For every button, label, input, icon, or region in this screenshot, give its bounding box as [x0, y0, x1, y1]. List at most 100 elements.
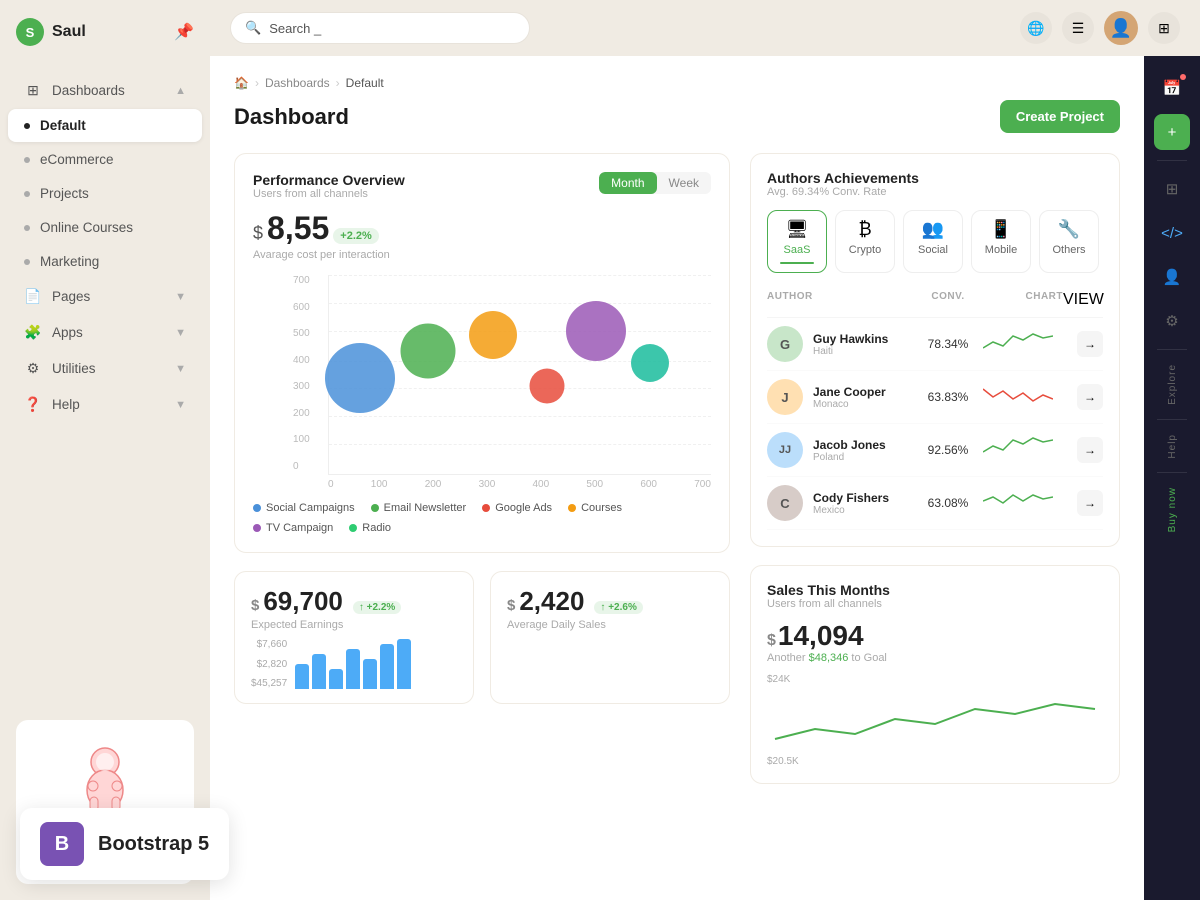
cat-crypto[interactable]: ₿ Crypto: [835, 210, 895, 273]
legend-radio: Radio: [349, 522, 391, 534]
view-btn-cody[interactable]: →: [1077, 490, 1103, 516]
authors-title: Authors Achievements: [767, 170, 1103, 186]
stats-row: $ 69,700 ↑ +2.2% Expected Earnings $7,66…: [234, 571, 730, 704]
sidebar-item-default[interactable]: Default: [8, 109, 202, 142]
content-area: 🏠 › Dashboards › Default Dashboard Creat…: [210, 56, 1200, 900]
view-btn-guy[interactable]: →: [1077, 331, 1103, 357]
social-icon: 👥: [922, 219, 944, 240]
help-label[interactable]: Help: [1167, 428, 1178, 465]
sidebar-item-pages[interactable]: 📄 Pages ▼: [8, 279, 202, 314]
crypto-label: Crypto: [849, 244, 881, 256]
view-btn-jane[interactable]: →: [1077, 384, 1103, 410]
bar-6: [380, 644, 394, 689]
breadcrumb-home: 🏠: [234, 76, 249, 90]
card-header: Performance Overview Users from all chan…: [253, 172, 711, 200]
breadcrumb-dashboards[interactable]: Dashboards: [265, 76, 330, 90]
x400: 400: [533, 479, 550, 490]
th-view: VIEW: [1063, 291, 1103, 309]
bootstrap-icon: B: [40, 822, 84, 866]
authors-card: Authors Achievements Avg. 69.34% Conv. R…: [750, 153, 1120, 547]
metric-value: $ 8,55 +2.2%: [253, 210, 711, 247]
breadcrumb-sep1: ›: [255, 76, 259, 90]
rs-gear-icon[interactable]: ⚙: [1154, 303, 1190, 339]
y700: 700: [293, 275, 328, 286]
y100: 100: [293, 434, 328, 445]
currency-symbol: $: [253, 223, 263, 244]
search-box[interactable]: 🔍: [230, 12, 530, 44]
page-title: Dashboard: [234, 104, 349, 130]
legend-label-social: Social Campaigns: [266, 502, 355, 514]
app-name: Saul: [52, 23, 86, 41]
author-conv-cody: 63.08%: [913, 496, 983, 510]
currency: $: [507, 597, 515, 614]
sidebar-item-marketing[interactable]: Marketing: [8, 245, 202, 278]
legend-courses: Courses: [568, 502, 622, 514]
sidebar-item-ecommerce[interactable]: eCommerce: [8, 143, 202, 176]
earnings-bar-chart: $7,660 $2,820 $45,257: [251, 639, 457, 689]
sales-subtitle: Users from all channels: [767, 598, 1103, 610]
dot: [24, 157, 30, 163]
author-info-jacob: Jacob Jones Poland: [813, 438, 913, 463]
author-chart-cody: [983, 487, 1063, 520]
week-toggle[interactable]: Week: [657, 172, 711, 194]
sidebar-item-dashboards[interactable]: ⊞ Dashboards ▲: [8, 73, 202, 108]
avatar[interactable]: 👤: [1104, 11, 1138, 45]
author-loc-cody: Mexico: [813, 505, 913, 516]
online-courses-label: Online Courses: [40, 220, 133, 235]
legend-dot-social: [253, 504, 261, 512]
daily-sales-value: $ 2,420 ↑ +2.6%: [507, 586, 713, 617]
user-icon[interactable]: 👤: [1154, 259, 1190, 295]
category-tabs: 🖥 SaaS ₿ Crypto 👥 Social: [767, 210, 1103, 273]
author-name-guy: Guy Hawkins: [813, 332, 913, 346]
mobile-label: Mobile: [985, 244, 1017, 256]
code-icon[interactable]: </>: [1154, 215, 1190, 251]
search-input[interactable]: [269, 21, 515, 36]
chevron-icon: ▼: [175, 291, 186, 303]
bar-labels: $7,660 $2,820 $45,257: [251, 639, 291, 689]
notification-icon[interactable]: 🌐: [1020, 12, 1052, 44]
sales-label: Average Daily Sales: [507, 619, 713, 631]
month-toggle[interactable]: Month: [599, 172, 656, 194]
add-icon[interactable]: +: [1154, 114, 1190, 150]
x600: 600: [640, 479, 657, 490]
calendar-icon[interactable]: 📅: [1154, 70, 1190, 106]
grid-icon[interactable]: ⊞: [1154, 171, 1190, 207]
sidebar-item-help[interactable]: ❓ Help ▼: [8, 387, 202, 422]
x500: 500: [586, 479, 603, 490]
dashboard-panel: 🏠 › Dashboards › Default Dashboard Creat…: [210, 56, 1144, 900]
author-avatar-jane: J: [767, 379, 803, 415]
sidebar-item-apps[interactable]: 🧩 Apps ▼: [8, 315, 202, 350]
legend-google: Google Ads: [482, 502, 552, 514]
bars: [295, 639, 457, 689]
main-content: 🔍 🌐 ☰ 👤 ⊞ 🏠 › Dashboards › Default Dashb…: [210, 0, 1200, 900]
y-axis: 700 600 500 400 300 200 100 0: [293, 275, 328, 490]
x700: 700: [694, 479, 711, 490]
cat-social[interactable]: 👥 Social: [903, 210, 963, 273]
x300: 300: [479, 479, 496, 490]
expected-earnings-value: $ 69,700 ↑ +2.2%: [251, 586, 457, 617]
sidebar-item-online-courses[interactable]: Online Courses: [8, 211, 202, 244]
settings-icon[interactable]: ⊞: [1148, 12, 1180, 44]
x200: 200: [425, 479, 442, 490]
create-project-button[interactable]: Create Project: [1000, 100, 1120, 133]
bubble-area: 0 100 200 300 400 500 600 700: [328, 275, 711, 490]
bubble-radio: [631, 344, 669, 382]
cat-saas[interactable]: 🖥 SaaS: [767, 210, 827, 273]
cat-others[interactable]: 🔧 Others: [1039, 210, 1099, 273]
sidebar-item-projects[interactable]: Projects: [8, 177, 202, 210]
view-btn-jacob[interactable]: →: [1077, 437, 1103, 463]
utilities-icon: ⚙: [24, 360, 42, 377]
help-label: Help: [52, 397, 80, 412]
legend-label-google: Google Ads: [495, 502, 552, 514]
buy-label[interactable]: Buy now: [1167, 481, 1178, 538]
menu-icon[interactable]: ☰: [1062, 12, 1094, 44]
author-name-cody: Cody Fishers: [813, 491, 913, 505]
explore-label[interactable]: Explore: [1167, 358, 1178, 411]
bubble-courses: [529, 369, 564, 404]
saas-icon: 🖥: [786, 219, 809, 240]
sidebar-item-utilities[interactable]: ⚙ Utilities ▼: [8, 351, 202, 386]
dashboards-icon: ⊞: [24, 82, 42, 99]
bar-7: [397, 639, 411, 689]
legend-dot-tv: [253, 524, 261, 532]
cat-mobile[interactable]: 📱 Mobile: [971, 210, 1031, 273]
